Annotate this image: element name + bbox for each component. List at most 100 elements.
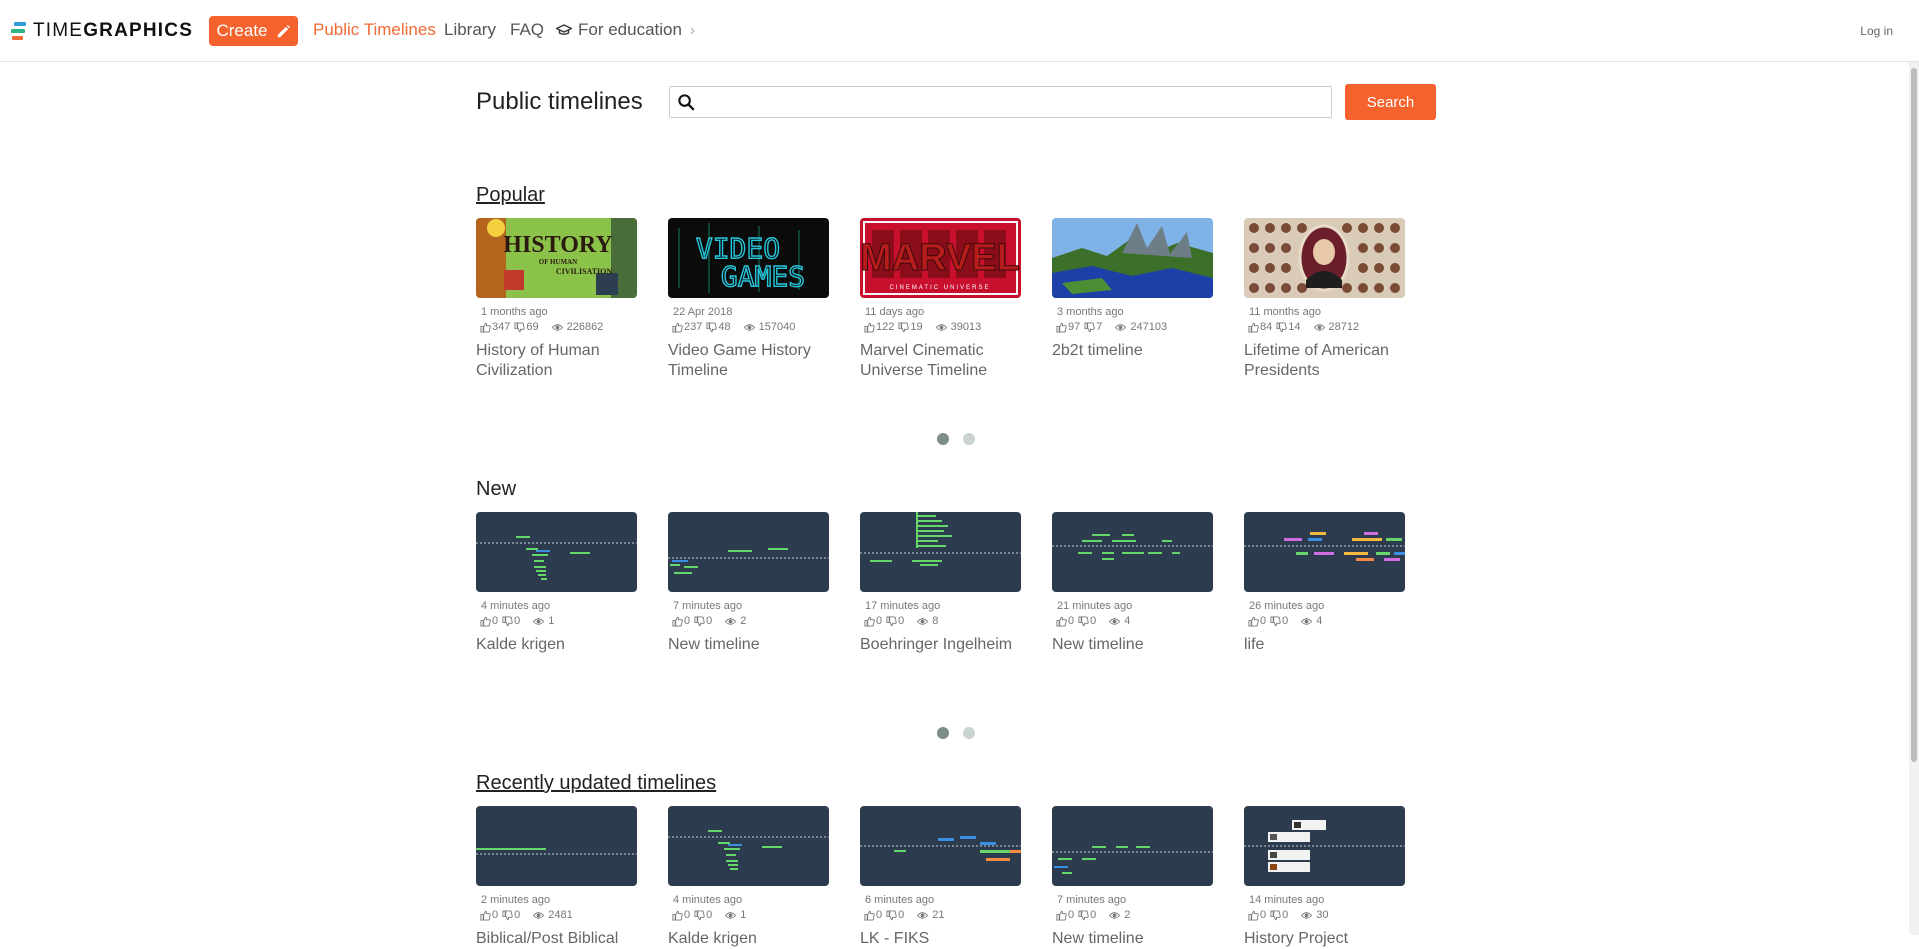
card-stats: 0 0 21 (864, 909, 1021, 922)
card-title-line: Lifetime of American (1244, 342, 1389, 359)
card-title-line: New timeline (1052, 930, 1144, 947)
card-title[interactable]: New timeline (668, 635, 829, 655)
dislikes-count: 0 (898, 615, 905, 627)
card-title[interactable]: life (1244, 635, 1405, 655)
nav-library[interactable]: Library (444, 20, 496, 40)
card-stats: 0 0 30 (1248, 909, 1405, 922)
timeline-card[interactable]: 21 minutes ago 0 0 4 New timeline (1052, 512, 1213, 655)
timeline-card[interactable]: 7 minutes ago 0 0 2 New timeline (1052, 806, 1213, 949)
timeline-card[interactable]: 6 minutes ago 0 0 21 LK - FIKS (860, 806, 1021, 949)
timeline-thumbnail (668, 806, 829, 886)
card-date: 22 Apr 2018 (673, 306, 733, 318)
card-stats: 97 7 247103 (1056, 321, 1213, 334)
card-title-line: Universe Timeline (860, 362, 988, 379)
timeline-card[interactable]: MARVEL CINEMATIC UNIVERSE 11 days ago 12… (860, 218, 1021, 381)
timeline-card[interactable]: VIDEO GAMES 22 Apr 2018 237 48 157040 Vi… (668, 218, 829, 381)
search-button[interactable]: Search (1345, 84, 1436, 120)
card-date: 26 minutes ago (1249, 600, 1325, 612)
likes-count: 0 (1260, 615, 1267, 627)
card-title-line: Kalde krigen (476, 636, 565, 653)
thumbs-up-icon (1056, 616, 1067, 627)
likes-count: 0 (876, 909, 883, 921)
logo-text-graphics: GRAPHICS (83, 20, 194, 41)
chevron-right-icon: › (689, 21, 695, 39)
thumbs-down-icon (502, 616, 513, 627)
thumbs-up-icon (1248, 910, 1259, 921)
card-title[interactable]: New timeline (1052, 929, 1213, 949)
eye-icon (725, 618, 737, 625)
card-title[interactable]: New timeline (1052, 635, 1213, 655)
timeline-card[interactable]: 4 minutes ago 0 0 1 Kalde krigen (668, 806, 829, 949)
login-link[interactable]: Log in (1860, 24, 1893, 38)
nav-faq[interactable]: FAQ (510, 20, 544, 40)
carousel-dot[interactable] (963, 727, 975, 739)
views-count: 157040 (758, 321, 796, 333)
timeline-thumbnail (860, 512, 1021, 592)
card-stats: 0 0 4 (1056, 615, 1213, 628)
thumb-text: OF HUMAN (539, 258, 577, 266)
timeline-card[interactable]: 14 minutes ago 0 0 30 History Project (1244, 806, 1405, 949)
card-title-line: 2b2t timeline (1052, 342, 1143, 359)
thumbs-down-icon (1270, 910, 1281, 921)
eye-icon (1301, 618, 1313, 625)
timeline-card[interactable]: 7 minutes ago 0 0 2 New timeline (668, 512, 829, 655)
thumb-text: CINEMATIC UNIVERSE (890, 285, 991, 291)
timeline-card[interactable]: 11 months ago 84 14 28712 Lifetime of Am… (1244, 218, 1405, 381)
card-title[interactable]: Biblical/Post Biblical (476, 929, 637, 949)
dislikes-count: 0 (1282, 909, 1289, 921)
card-title[interactable]: Kalde krigen (476, 635, 637, 655)
likes-count: 0 (684, 615, 691, 627)
likes-count: 347 (492, 321, 511, 333)
views-count: 21 (932, 909, 945, 921)
search-input[interactable] (704, 89, 1324, 115)
card-date: 21 minutes ago (1057, 600, 1133, 612)
section-title-popular[interactable]: Popular (476, 184, 545, 207)
card-stats: 0 0 4 (1248, 615, 1405, 628)
carousel-dot[interactable] (937, 727, 949, 739)
card-title[interactable]: Lifetime of American Presidents (1244, 341, 1405, 381)
thumbs-up-icon (1248, 616, 1259, 627)
carousel-dot[interactable] (963, 433, 975, 445)
card-title-line: Video Game History (668, 342, 811, 359)
card-title[interactable]: History Project (1244, 929, 1405, 949)
scrollbar-thumb[interactable] (1911, 68, 1917, 762)
card-title[interactable]: Kalde krigen (668, 929, 829, 949)
card-title[interactable]: 2b2t timeline (1052, 341, 1213, 361)
thumbs-up-icon (672, 322, 683, 333)
card-title[interactable]: Boehringer Ingelheim (860, 635, 1021, 655)
nav-for-education[interactable]: For education › (556, 20, 695, 40)
card-title-line: Kalde krigen (668, 930, 757, 947)
card-title[interactable]: Marvel Cinematic Universe Timeline (860, 341, 1021, 381)
create-button[interactable]: Create (209, 16, 298, 46)
section-title-recently-updated[interactable]: Recently updated timelines (476, 772, 716, 795)
timeline-card[interactable]: 2 minutes ago 0 0 2481 Biblical/Post Bib… (476, 806, 637, 949)
timeline-card[interactable]: 17 minutes ago 0 0 8 Boehringer Ingelhei… (860, 512, 1021, 655)
dislikes-count: 0 (514, 909, 521, 921)
card-title-line: life (1244, 636, 1265, 653)
card-title-line: LK - FIKS (860, 930, 930, 947)
timeline-card[interactable]: HISTORY OF HUMAN CIVILISATION 1 months a… (476, 218, 637, 381)
views-count: 2 (1124, 909, 1131, 921)
timeline-card[interactable]: 3 months ago 97 7 247103 2b2t timeline (1052, 218, 1213, 361)
card-title-line: Boehringer Ingelheim (860, 636, 1013, 653)
card-title-line: New timeline (1052, 636, 1144, 653)
views-count: 4 (1124, 615, 1131, 627)
likes-count: 0 (492, 615, 499, 627)
card-title-line: History of Human (476, 342, 600, 359)
nav-public-timelines[interactable]: Public Timelines (313, 20, 436, 40)
timeline-card[interactable]: 4 minutes ago 0 0 1 Kalde krigen (476, 512, 637, 655)
timegraphics-logo[interactable]: TIMEGRAPHICS (11, 20, 194, 41)
carousel-dot[interactable] (937, 433, 949, 445)
card-title[interactable]: LK - FIKS (860, 929, 1021, 949)
views-count: 2 (740, 615, 747, 627)
thumbs-up-icon (672, 616, 683, 627)
card-title[interactable]: Video Game History Timeline (668, 341, 829, 381)
card-date: 17 minutes ago (865, 600, 941, 612)
eye-icon (533, 912, 545, 919)
card-title[interactable]: History of Human Civilization (476, 341, 637, 381)
page-scrollbar[interactable] (1909, 62, 1919, 935)
thumbs-down-icon (1276, 322, 1287, 333)
timeline-card[interactable]: 26 minutes ago 0 0 4 life (1244, 512, 1405, 655)
search-box[interactable] (669, 86, 1332, 118)
dislikes-count: 0 (706, 909, 713, 921)
